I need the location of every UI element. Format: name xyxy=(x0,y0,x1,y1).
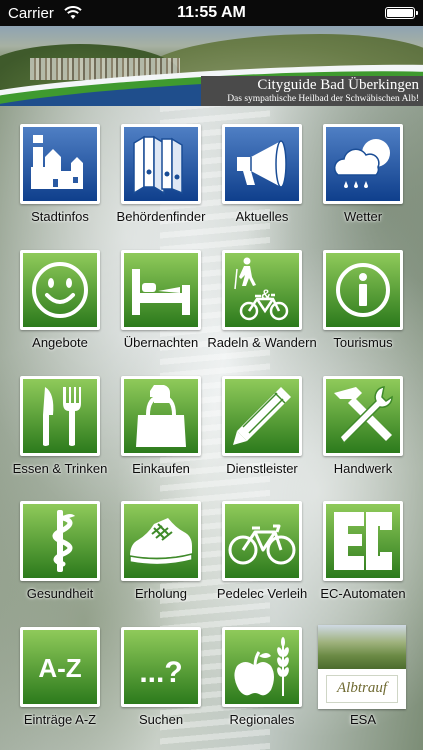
a-z-icon: A-Z xyxy=(23,630,97,704)
tile-label: Angebote xyxy=(32,335,88,350)
caduceus-icon xyxy=(23,504,97,578)
status-bar: Carrier 11:55 AM xyxy=(0,0,423,26)
tile-label: Gesundheit xyxy=(26,586,94,601)
tile-label: Tourismus xyxy=(333,335,393,350)
tile-label: Pedelec Verleih xyxy=(216,586,308,601)
tile-label: Aktuelles xyxy=(235,209,289,224)
tile-dienstleister[interactable]: Dienstleister xyxy=(212,376,312,496)
tile-esa[interactable]: Albtrauf ESA xyxy=(313,625,413,747)
tile-behoerdenfinder[interactable]: Behördenfinder xyxy=(111,124,211,244)
bicycle-icon xyxy=(225,504,299,578)
city-info-icon xyxy=(23,127,97,201)
binders-icon xyxy=(124,127,198,201)
tile-label: EC-Automaten xyxy=(320,586,406,601)
app-title: Cityguide Bad Überkingen xyxy=(257,77,419,93)
tile-radeln-wandern[interactable]: & Radeln & Wandern xyxy=(207,250,317,370)
tile-gesundheit[interactable]: Gesundheit xyxy=(10,501,110,621)
header-title-box: Cityguide Bad Überkingen Das sympathisch… xyxy=(201,76,423,106)
tile-erholung[interactable]: Erholung xyxy=(111,501,211,621)
tile-aktuelles[interactable]: Aktuelles xyxy=(212,124,312,244)
apple-wheat-icon xyxy=(225,630,299,704)
megaphone-icon xyxy=(225,127,299,201)
tile-label: Essen & Trinken xyxy=(12,461,108,476)
ec-logo-icon xyxy=(326,504,400,578)
tile-label: Handwerk xyxy=(333,461,393,476)
tile-tourismus[interactable]: Tourismus xyxy=(313,250,413,370)
knife-fork-icon xyxy=(23,379,97,453)
tile-essen-trinken[interactable]: Essen & Trinken xyxy=(10,376,110,496)
tile-label: Einkaufen xyxy=(132,461,190,476)
tile-label: Dienstleister xyxy=(226,461,298,476)
clock: 11:55 AM xyxy=(177,4,246,21)
albtrauf-logo: Albtrauf xyxy=(326,675,398,703)
tile-suchen[interactable]: ...? Suchen xyxy=(111,627,211,747)
tile-angebote[interactable]: Angebote xyxy=(10,250,110,370)
search-glyph: ...? xyxy=(139,656,182,689)
albtrauf-logo-text: Albtrauf xyxy=(336,680,387,696)
hiker-bike-icon: & xyxy=(225,253,299,327)
main-grid: Stadtinfos Behördenfinder Aktuelles Wett… xyxy=(0,106,423,750)
tile-ec-automaten[interactable]: EC-Automaten xyxy=(313,501,413,621)
shopping-bag-icon xyxy=(124,379,198,453)
search-question-icon: ...? xyxy=(124,630,198,704)
a-z-glyph: A-Z xyxy=(38,653,81,683)
tile-label: Regionales xyxy=(229,712,295,727)
tile-label: Suchen xyxy=(138,712,184,727)
tile-label: Radeln & Wandern xyxy=(207,335,317,350)
tile-einkaufen[interactable]: Einkaufen xyxy=(111,376,211,496)
tile-wetter[interactable]: Wetter xyxy=(313,124,413,244)
battery-icon xyxy=(385,7,418,19)
landscape-photo xyxy=(318,625,406,669)
tile-eintraege-a-z[interactable]: A-Z Einträge A-Z xyxy=(10,627,110,747)
tile-stadtinfos[interactable]: Stadtinfos xyxy=(10,124,110,244)
tile-regionales[interactable]: Regionales xyxy=(212,627,312,747)
albtrauf-logo-icon: Albtrauf xyxy=(318,625,406,709)
bed-icon xyxy=(124,253,198,327)
pencil-icon xyxy=(225,379,299,453)
tile-label: Wetter xyxy=(343,209,383,224)
tile-label: Behördenfinder xyxy=(116,209,206,224)
tile-label: Einträge A-Z xyxy=(23,712,97,727)
tile-handwerk[interactable]: Handwerk xyxy=(313,376,413,496)
tile-uebernachten[interactable]: Übernachten xyxy=(111,250,211,370)
tile-pedelec-verleih[interactable]: Pedelec Verleih xyxy=(212,501,312,621)
tile-label: Stadtinfos xyxy=(31,209,89,224)
tile-label: ESA xyxy=(349,712,376,727)
info-icon xyxy=(326,253,400,327)
running-shoe-icon xyxy=(124,504,198,578)
weather-icon xyxy=(326,127,400,201)
hammer-wrench-icon xyxy=(326,379,400,453)
tile-label: Übernachten xyxy=(123,335,199,350)
app-subtitle: Das sympathische Heilbad der Schwäbische… xyxy=(227,94,419,104)
smiley-icon xyxy=(23,253,97,327)
header-banner: Cityguide Bad Überkingen Das sympathisch… xyxy=(0,26,423,106)
tile-label: Erholung xyxy=(134,586,188,601)
